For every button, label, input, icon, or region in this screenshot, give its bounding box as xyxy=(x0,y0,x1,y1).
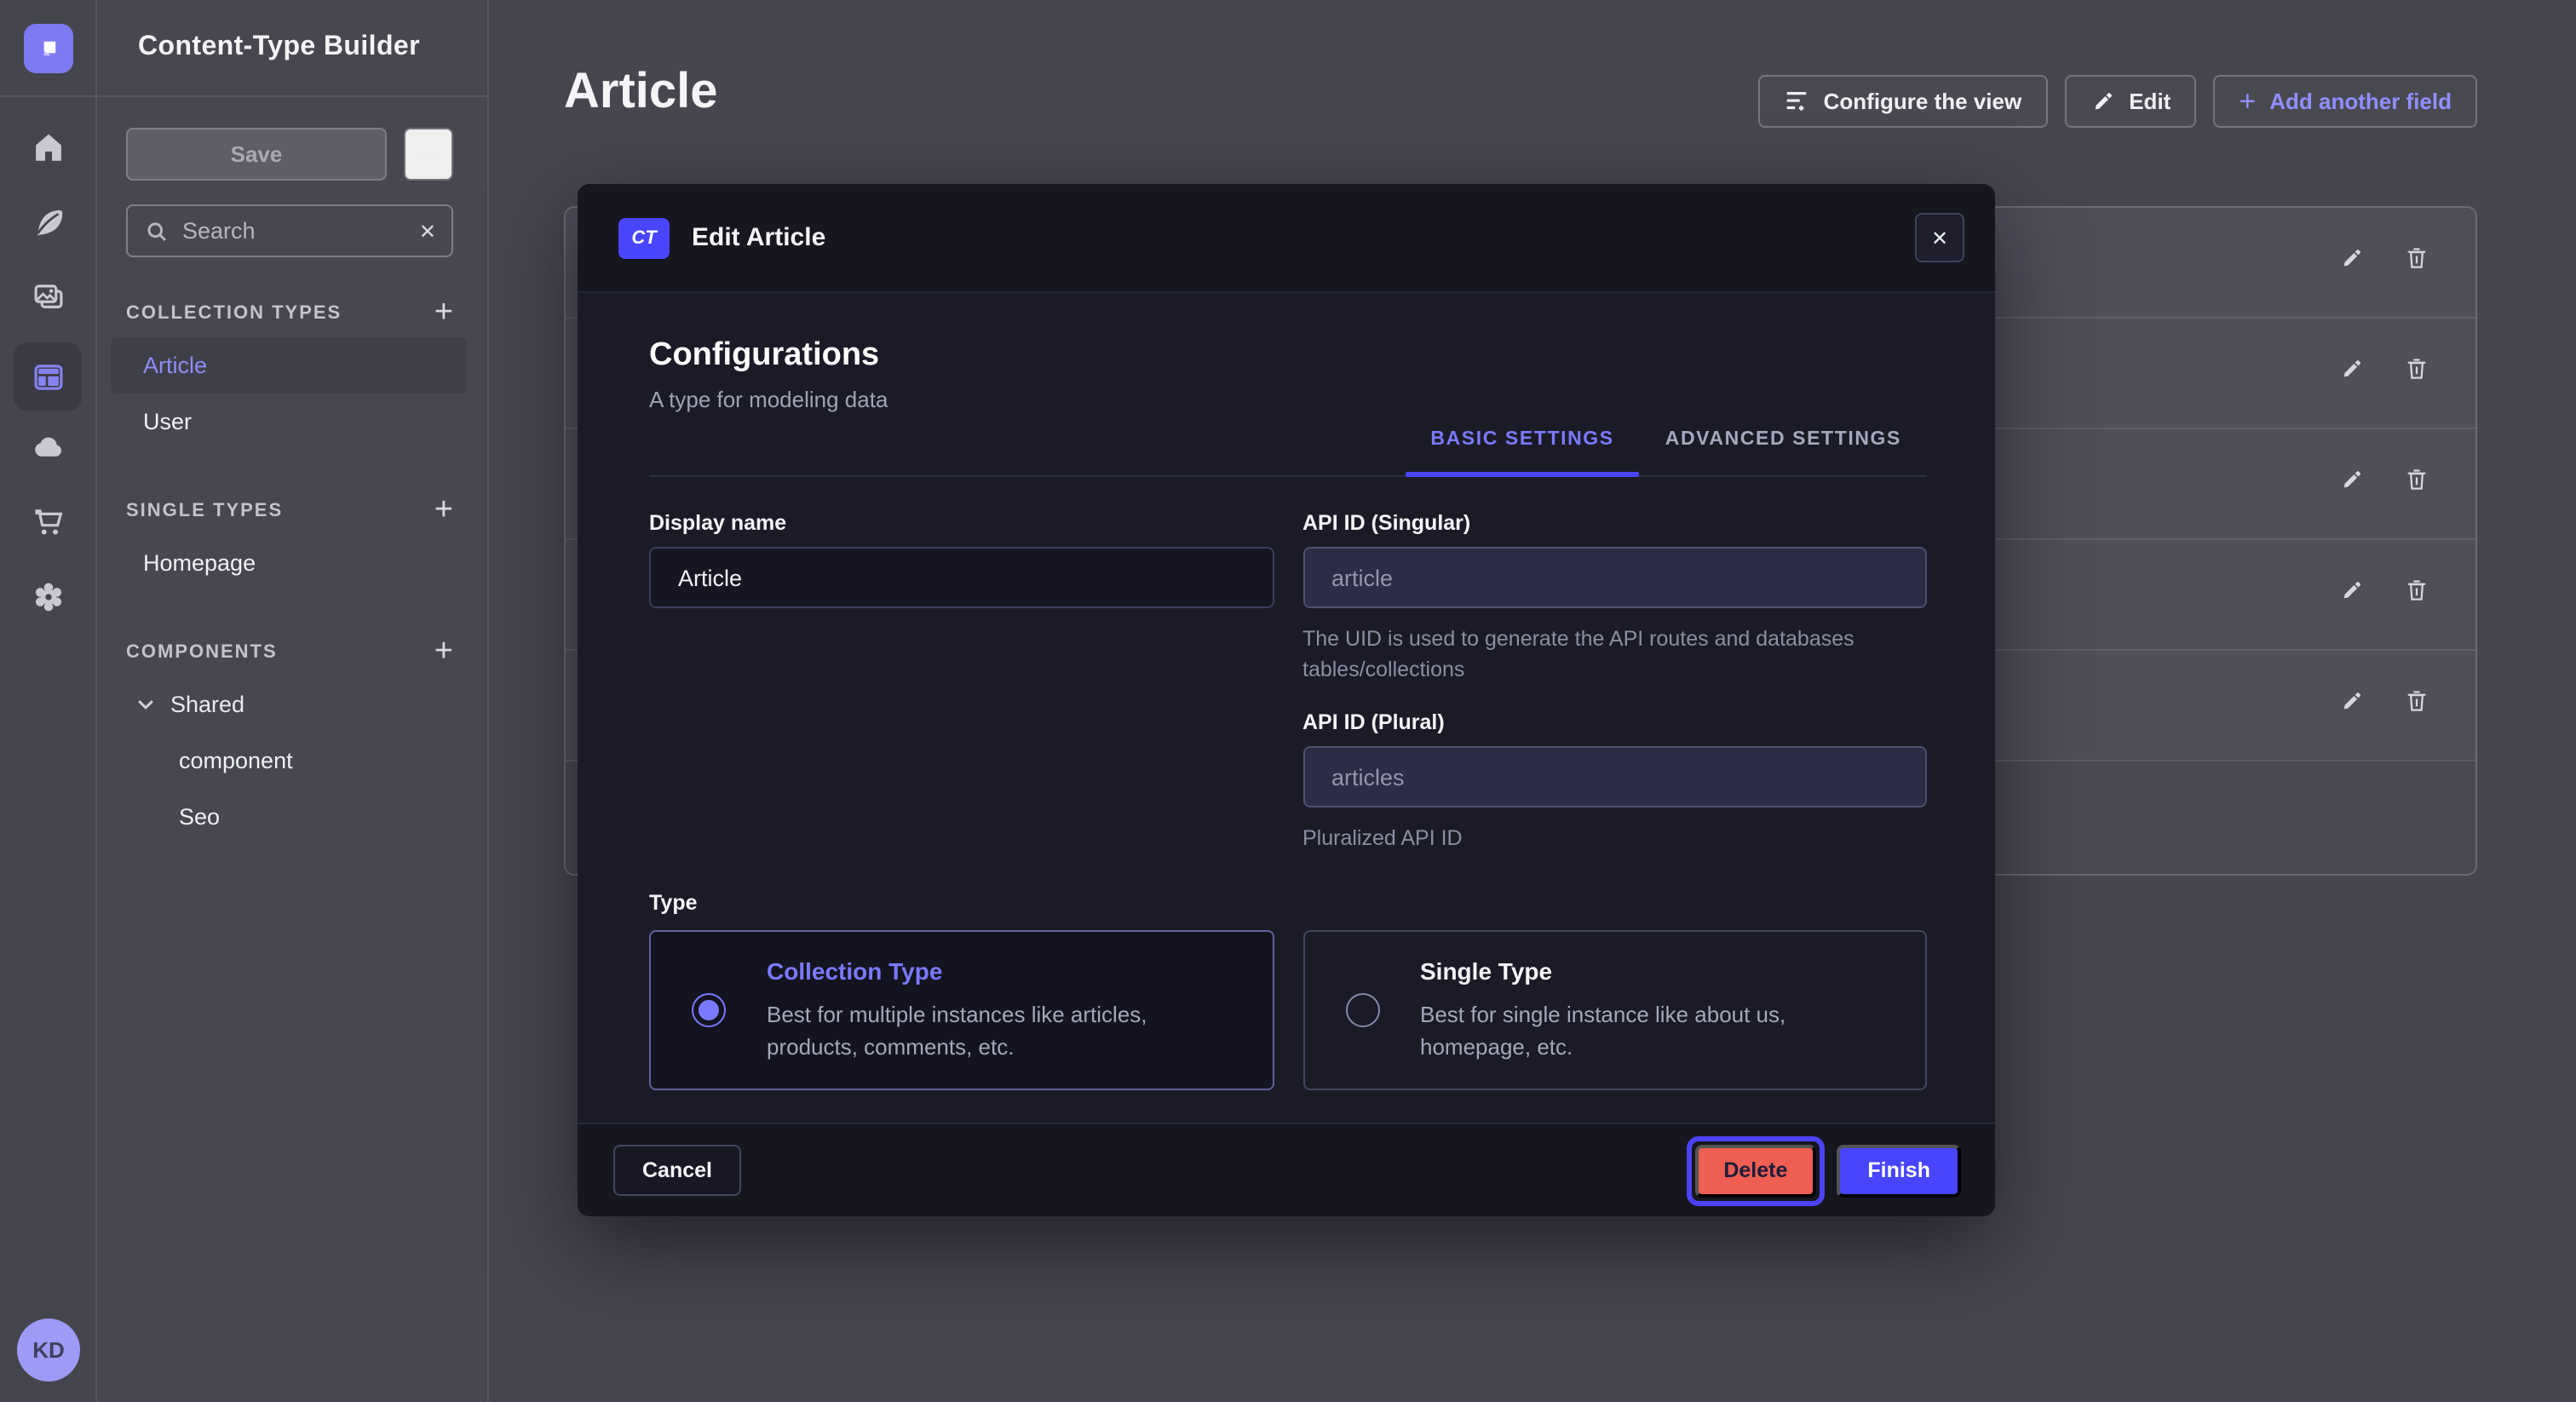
row-delete-trash-icon[interactable] xyxy=(2404,356,2429,390)
cancel-button[interactable]: Cancel xyxy=(613,1145,741,1196)
header-actions: Configure the view Edit + Add another fi… xyxy=(1759,75,2477,128)
delete-button-highlight-ring: Delete xyxy=(1686,1135,1825,1205)
more-options-button[interactable]: ⋯ xyxy=(404,128,453,181)
row-edit-pencil-icon[interactable] xyxy=(2339,245,2365,279)
sidebar-title: Content-Type Builder xyxy=(97,0,487,97)
collection-type-radio[interactable] xyxy=(692,994,726,1028)
edit-button[interactable]: Edit xyxy=(2064,75,2196,128)
search-input[interactable] xyxy=(182,218,405,244)
content-type-badge: CT xyxy=(618,217,670,258)
sidebar-item-user[interactable]: User xyxy=(111,394,467,450)
sidebar-item-seo[interactable]: Seo xyxy=(111,789,467,845)
api-id-plural-field[interactable] xyxy=(1302,747,1927,808)
modal-header: CT Edit Article ✕ xyxy=(578,184,1995,293)
footer-actions: Delete Finish xyxy=(1686,1135,1961,1205)
single-types-header: SINGLE TYPES + xyxy=(126,499,453,523)
type-label: Type xyxy=(649,892,1927,916)
api-id-plural-label: API ID (Plural) xyxy=(1302,711,1927,735)
chevron-down-icon xyxy=(136,698,155,710)
page-title: Article xyxy=(564,65,718,121)
components-label: COMPONENTS xyxy=(126,642,278,663)
delete-button[interactable]: Delete xyxy=(1694,1144,1816,1197)
row-delete-trash-icon[interactable] xyxy=(2404,467,2429,501)
add-single-type-icon[interactable]: + xyxy=(434,499,453,523)
row-edit-pencil-icon[interactable] xyxy=(2339,467,2365,501)
home-icon[interactable] xyxy=(10,118,85,175)
sidebar-group-shared[interactable]: Shared xyxy=(111,676,467,733)
sidebar: Content-Type Builder Save ⋯ ✕ COLLECTION… xyxy=(97,0,489,1402)
clear-search-icon[interactable]: ✕ xyxy=(419,219,436,243)
row-edit-pencil-icon[interactable] xyxy=(2339,356,2365,390)
finish-button[interactable]: Finish xyxy=(1837,1144,1961,1197)
row-edit-pencil-icon[interactable] xyxy=(2339,688,2365,722)
configure-view-button[interactable]: Configure the view xyxy=(1759,75,2048,128)
rail-nav xyxy=(0,97,95,642)
add-another-field-label: Add another field xyxy=(2269,89,2452,114)
tab-basic-settings[interactable]: BASIC SETTINGS xyxy=(1405,429,1639,475)
configurations-subtitle: A type for modeling data xyxy=(649,387,1927,412)
settings-gear-icon[interactable] xyxy=(10,567,85,625)
display-name-label: Display name xyxy=(649,511,1274,535)
tab-advanced-settings[interactable]: ADVANCED SETTINGS xyxy=(1640,429,1927,475)
sidebar-item-homepage[interactable]: Homepage xyxy=(111,535,467,591)
row-delete-trash-icon[interactable] xyxy=(2404,577,2429,612)
marketplace-cart-icon[interactable] xyxy=(10,492,85,550)
collection-types-header: COLLECTION TYPES + xyxy=(126,302,453,325)
strapi-logo-icon[interactable] xyxy=(23,23,72,72)
collection-type-title: Collection Type xyxy=(767,957,1234,985)
type-cards: Collection Type Best for multiple instan… xyxy=(649,931,1927,1091)
row-edit-pencil-icon[interactable] xyxy=(2339,577,2365,612)
content-type-builder-icon[interactable] xyxy=(14,342,82,411)
sidebar-item-article[interactable]: Article xyxy=(111,337,467,394)
sidebar-item-component[interactable]: component xyxy=(111,733,467,789)
close-icon[interactable]: ✕ xyxy=(1915,213,1964,262)
api-id-singular-label: API ID (Singular) xyxy=(1302,511,1927,535)
configurations-title: Configurations xyxy=(649,337,1927,375)
single-type-radio[interactable] xyxy=(1345,994,1379,1028)
single-type-title: Single Type xyxy=(1420,957,1888,985)
releases-cloud-icon[interactable] xyxy=(10,417,85,475)
components-header: COMPONENTS + xyxy=(126,641,453,664)
media-library-icon[interactable] xyxy=(10,267,85,325)
single-type-card[interactable]: Single Type Best for single instance lik… xyxy=(1302,931,1927,1091)
collection-types-label: COLLECTION TYPES xyxy=(126,303,342,324)
configure-view-label: Configure the view xyxy=(1824,89,2022,114)
add-collection-type-icon[interactable]: + xyxy=(434,302,453,325)
row-delete-trash-icon[interactable] xyxy=(2404,245,2429,279)
configurations-section-header: Configurations A type for modeling data … xyxy=(649,337,1927,477)
single-types-label: SINGLE TYPES xyxy=(126,501,283,521)
api-id-group: API ID (Singular) The UID is used to gen… xyxy=(1302,511,1927,854)
search-box[interactable]: ✕ xyxy=(126,204,453,257)
configure-view-icon xyxy=(1785,89,1810,114)
search-icon xyxy=(145,219,169,243)
api-id-singular-help: The UID is used to generate the API rout… xyxy=(1302,623,1899,686)
collection-type-card[interactable]: Collection Type Best for multiple instan… xyxy=(649,931,1274,1091)
pencil-icon xyxy=(2090,89,2115,114)
settings-tabs: BASIC SETTINGS ADVANCED SETTINGS xyxy=(1405,429,1927,475)
row-delete-trash-icon[interactable] xyxy=(2404,688,2429,722)
plus-icon: + xyxy=(2239,89,2256,114)
api-id-plural-help: Pluralized API ID xyxy=(1302,824,1899,854)
nav-rail: KD xyxy=(0,0,97,1402)
modal-title: Edit Article xyxy=(692,223,825,252)
display-name-field[interactable] xyxy=(649,547,1274,608)
modal-body: Configurations A type for modeling data … xyxy=(578,293,1995,1123)
single-type-desc: Best for single instance like about us, … xyxy=(1420,998,1888,1065)
add-component-icon[interactable]: + xyxy=(434,641,453,664)
save-button[interactable]: Save xyxy=(126,128,387,181)
fields-grid: Display name API ID (Singular) The UID i… xyxy=(649,511,1927,854)
api-id-singular-field[interactable] xyxy=(1302,547,1927,608)
shared-group-label: Shared xyxy=(170,692,244,717)
add-another-field-button[interactable]: + Add another field xyxy=(2213,75,2477,128)
app-root: KD Content-Type Builder Save ⋯ ✕ COLLECT… xyxy=(0,0,2576,1402)
modal-footer: Cancel Delete Finish xyxy=(578,1123,1995,1216)
sidebar-body: Save ⋯ ✕ COLLECTION TYPES + Article User… xyxy=(97,97,487,845)
collection-type-desc: Best for multiple instances like article… xyxy=(767,998,1234,1065)
edit-article-modal: CT Edit Article ✕ Configurations A type … xyxy=(578,184,1995,1216)
display-name-group: Display name xyxy=(649,511,1274,854)
content-manager-feather-icon[interactable] xyxy=(10,192,85,250)
user-avatar[interactable]: KD xyxy=(17,1319,80,1382)
edit-label: Edit xyxy=(2129,89,2171,114)
rail-header xyxy=(0,0,95,97)
